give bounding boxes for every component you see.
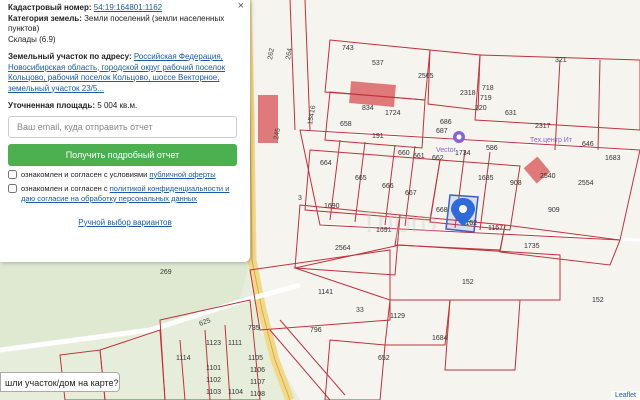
parcel-label: 269 bbox=[160, 269, 172, 276]
area-value: 5 004 кв.м. bbox=[97, 101, 138, 110]
offer-consent-text: ознакомлен и согласен с условиями bbox=[21, 169, 150, 179]
parcel-label: 660 bbox=[398, 150, 410, 157]
offer-consent-checkbox[interactable] bbox=[8, 169, 17, 179]
email-input[interactable] bbox=[8, 115, 237, 138]
parcel-label: 646 bbox=[582, 141, 594, 148]
parcel-label: 1123 bbox=[206, 340, 221, 347]
parcel-label: 1102 bbox=[206, 377, 221, 384]
address-label: Земельный участок по адресу: bbox=[8, 52, 132, 61]
privacy-consent-checkbox[interactable] bbox=[8, 183, 17, 193]
parcel-label: 718 bbox=[482, 85, 494, 92]
parcel-label: 2565 bbox=[418, 73, 434, 80]
parcel-label: 152 bbox=[592, 297, 604, 304]
parcel-label: 2564 bbox=[335, 245, 351, 252]
parcel-label: 1724 bbox=[385, 110, 401, 117]
manual-select-link[interactable]: Ручной выбор вариантов bbox=[8, 218, 242, 229]
parcel-label: 719 bbox=[480, 95, 492, 102]
parcel-label: 665 bbox=[355, 175, 367, 182]
parcel-label: 321 bbox=[555, 57, 567, 64]
parcel-label: 666 bbox=[382, 183, 394, 190]
parcel-label: 1106 bbox=[250, 367, 265, 374]
parcel-label: 1101 bbox=[206, 365, 221, 372]
parcel-label: 664 bbox=[320, 160, 332, 167]
map-attribution[interactable]: Leaflet bbox=[610, 391, 640, 400]
parcel-label: 1685 bbox=[478, 175, 494, 182]
cadastral-label: Кадастровый номер: bbox=[8, 3, 92, 12]
parcel-label: 2317 bbox=[535, 123, 551, 130]
parcel-label: 1734 bbox=[455, 150, 471, 157]
found-on-map-prompt[interactable]: шли участок/дом на карте? bbox=[0, 372, 120, 392]
parcel-label: 1114 bbox=[176, 355, 191, 362]
parcel-label: 1684 bbox=[432, 335, 448, 342]
category-label: Категория земель: bbox=[8, 13, 82, 23]
parcel-label: 1167 bbox=[488, 225, 503, 232]
parcel-label: 631 bbox=[505, 110, 517, 117]
parcel-label: 1129 bbox=[390, 313, 405, 320]
parcel-label: 152 bbox=[462, 279, 474, 286]
parcel-label: 1105 bbox=[248, 355, 263, 362]
parcel-label: 909 bbox=[548, 207, 560, 214]
parcel-label: 586 bbox=[486, 145, 498, 152]
parcel-label: 1735 bbox=[524, 243, 540, 250]
parcel-label: 686 bbox=[440, 119, 452, 126]
parcel-label: 537 bbox=[372, 60, 384, 67]
parcel-label: 2554 bbox=[578, 180, 594, 187]
parcel-label: 667 bbox=[405, 190, 417, 197]
close-icon[interactable]: × bbox=[238, 1, 244, 12]
road-label: 3 bbox=[298, 195, 302, 202]
offer-link[interactable]: публичной оферты bbox=[149, 170, 215, 179]
parcel-label: 2318 bbox=[460, 90, 476, 97]
get-report-button[interactable]: Получить подробный отчет bbox=[8, 143, 237, 166]
parcel-label: 834 bbox=[362, 105, 374, 112]
parcel-label: 908 bbox=[510, 180, 522, 187]
privacy-consent-row: ознакомлен и согласен с политикой конфид… bbox=[8, 183, 242, 204]
offer-consent-row: ознакомлен и согласен с условиями публич… bbox=[8, 169, 242, 180]
parcel-label: 720 bbox=[475, 105, 487, 112]
poi-label-2: Тех.центр Ит bbox=[530, 137, 573, 144]
watermark-text: Tripro bbox=[360, 206, 437, 239]
parcel-label: 1690 bbox=[324, 203, 340, 210]
parcel-label: 687 bbox=[436, 128, 448, 135]
poi-label: Vector bbox=[436, 147, 457, 154]
cadastral-number-link[interactable]: 54:19:164801:1162 bbox=[94, 3, 162, 12]
parcel-label: 191 bbox=[372, 133, 384, 140]
parcel-label: 735 bbox=[248, 325, 260, 332]
parcel-label: 1111 bbox=[228, 340, 242, 347]
parcel-label: 1103 bbox=[206, 389, 221, 396]
permitted-use: Склады (6.9) bbox=[8, 34, 56, 44]
parcel-label: 652 bbox=[378, 355, 390, 362]
parcel-label: 2540 bbox=[540, 173, 556, 180]
parcel-label: 796 bbox=[310, 327, 322, 334]
parcel-label: 1683 bbox=[605, 155, 621, 162]
parcel-label: 1108 bbox=[250, 391, 265, 398]
parcel-label: 668 bbox=[436, 207, 448, 214]
parcel-label: 658 bbox=[340, 121, 352, 128]
parcel-label: 1104 bbox=[228, 389, 243, 396]
parcel-label: 662 bbox=[432, 155, 444, 162]
area-label: Уточненная площадь: bbox=[8, 101, 96, 110]
parcel-label: 661 bbox=[413, 153, 425, 160]
privacy-consent-text: ознакомлен и согласен с bbox=[21, 183, 110, 193]
parcel-label: 743 bbox=[342, 45, 354, 52]
road-label: 33 bbox=[356, 307, 364, 314]
parcel-info-panel: × Кадастровый номер: 54:19:164801:1162 К… bbox=[0, 0, 250, 262]
parcel-label: 1141 bbox=[318, 289, 333, 296]
parcel-label: 1107 bbox=[250, 379, 265, 386]
